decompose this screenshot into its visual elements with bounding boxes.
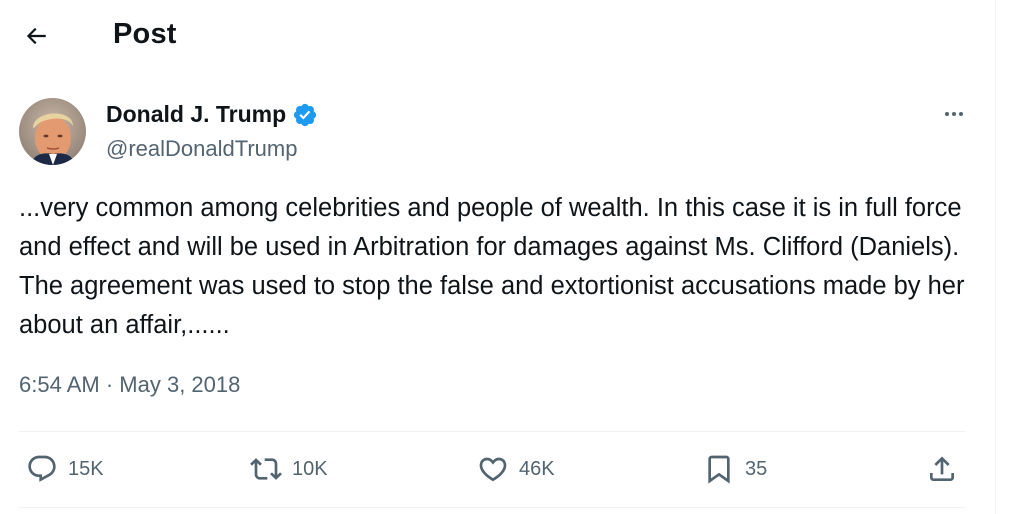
divider-top bbox=[19, 431, 965, 432]
bookmark-icon bbox=[708, 455, 730, 484]
tweet-time-link[interactable]: 6:54 AM bbox=[19, 372, 100, 397]
heart-icon bbox=[479, 457, 507, 482]
reply-button[interactable]: 15K bbox=[26, 449, 104, 489]
meta-separator: · bbox=[105, 372, 114, 397]
reply-count: 15K bbox=[68, 457, 104, 480]
repost-button[interactable]: 10K bbox=[250, 449, 328, 489]
bookmark-count: 35 bbox=[745, 457, 768, 480]
repost-count: 10K bbox=[292, 457, 328, 480]
like-count: 46K bbox=[519, 457, 555, 480]
author-name[interactable]: Donald J. Trump bbox=[106, 101, 318, 128]
like-button[interactable]: 46K bbox=[477, 449, 555, 489]
arrow-left-icon bbox=[26, 27, 46, 45]
tweet-time: 6:54 AM bbox=[19, 372, 100, 397]
avatar[interactable] bbox=[19, 98, 86, 165]
more-options-button[interactable] bbox=[936, 100, 972, 128]
share-icon bbox=[930, 456, 954, 481]
tweet-date: May 3, 2018 bbox=[119, 372, 241, 397]
page-header: Post bbox=[0, 0, 995, 72]
share-button[interactable] bbox=[926, 449, 958, 489]
repost-icon bbox=[250, 458, 282, 480]
author-name-text: Donald J. Trump bbox=[106, 101, 287, 127]
profile-photo bbox=[19, 98, 86, 165]
divider-bottom bbox=[19, 507, 965, 508]
more-horizontal-icon bbox=[945, 112, 963, 116]
tweet-text: ...very common among celebrities and peo… bbox=[19, 194, 972, 339]
author-handle[interactable]: @realDonaldTrump bbox=[106, 136, 297, 162]
bookmark-button[interactable]: 35 bbox=[703, 449, 767, 489]
back-button[interactable] bbox=[20, 20, 52, 52]
tweet-date-link[interactable]: May 3, 2018 bbox=[119, 372, 240, 397]
verified-badge-icon bbox=[292, 102, 318, 128]
reply-icon bbox=[28, 455, 56, 482]
tweet-timestamp: 6:54 AM · May 3, 2018 bbox=[19, 372, 240, 398]
page-title: Post bbox=[113, 18, 177, 50]
column-border bbox=[995, 0, 996, 514]
